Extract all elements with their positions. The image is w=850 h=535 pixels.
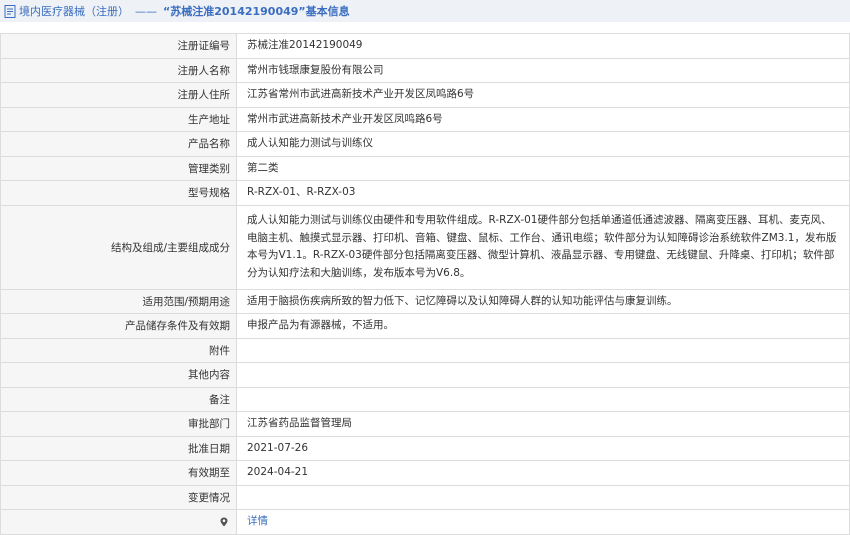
row-label: 注册人名称 [0, 57, 237, 83]
row-value [236, 362, 850, 388]
row-value: 苏械注准20142190049 [236, 33, 850, 59]
row-label: 有效期至 [0, 460, 237, 486]
row-value: 成人认知能力测试与训练仪由硬件和专用软件组成。R-RZX-01硬件部分包括单通道… [236, 204, 850, 290]
detail-icon-cell [0, 509, 237, 535]
table-row: 批准日期 2021-07-26 [0, 435, 850, 461]
table-row: 注册证编号 苏械注准20142190049 [0, 33, 850, 59]
table-row: 结构及组成/主要组成成分 成人认知能力测试与训练仪由硬件和专用软件组成。R-RZX… [0, 204, 850, 290]
row-value: 常州市钱璟康复股份有限公司 [236, 57, 850, 83]
row-label: 产品名称 [0, 131, 237, 157]
row-value [236, 337, 850, 363]
row-label: 管理类别 [0, 155, 237, 181]
row-value: 江苏省常州市武进高新技术产业开发区凤鸣路6号 [236, 82, 850, 108]
table-row: 有效期至 2024-04-21 [0, 460, 850, 486]
row-value [236, 484, 850, 510]
table-row: 产品名称 成人认知能力测试与训练仪 [0, 131, 850, 157]
row-label: 其他内容 [0, 362, 237, 388]
row-label: 审批部门 [0, 411, 237, 437]
row-value: 适用于脑损伤疾病所致的智力低下、记忆障碍以及认知障碍人群的认知功能评估与康复训练… [236, 288, 850, 314]
page-header: 境内医疗器械（注册） —— “苏械注准20142190049”基本信息 [0, 0, 850, 22]
row-value: 成人认知能力测试与训练仪 [236, 131, 850, 157]
row-value: 2024-04-21 [236, 460, 850, 486]
table-row: 其他内容 [0, 362, 850, 388]
row-label: 产品储存条件及有效期 [0, 313, 237, 339]
table-row: 附件 [0, 337, 850, 363]
map-pin-icon [220, 517, 228, 527]
table-row: 变更情况 [0, 484, 850, 510]
table-row: 注册人名称 常州市钱璟康复股份有限公司 [0, 57, 850, 83]
table-row: 备注 [0, 386, 850, 412]
header-title: “苏械注准20142190049”基本信息 [163, 5, 350, 18]
row-label: 型号规格 [0, 180, 237, 206]
row-label: 附件 [0, 337, 237, 363]
table-row: 审批部门 江苏省药品监督管理局 [0, 411, 850, 437]
row-label: 变更情况 [0, 484, 237, 510]
row-label: 生产地址 [0, 106, 237, 132]
row-label: 注册证编号 [0, 33, 237, 59]
table-row: 注册人住所 江苏省常州市武进高新技术产业开发区凤鸣路6号 [0, 82, 850, 108]
header-category: 境内医疗器械（注册） [19, 5, 129, 18]
row-label: 批准日期 [0, 435, 237, 461]
row-label: 备注 [0, 386, 237, 412]
row-value: 常州市武进高新技术产业开发区凤鸣路6号 [236, 106, 850, 132]
table-row: 管理类别 第二类 [0, 155, 850, 181]
info-table: 注册证编号 苏械注准20142190049 注册人名称 常州市钱璟康复股份有限公司 … [0, 33, 850, 535]
row-value: 江苏省药品监督管理局 [236, 411, 850, 437]
row-value: 申报产品为有源器械，不适用。 [236, 313, 850, 339]
row-label: 注册人住所 [0, 82, 237, 108]
detail-row: 详情 [0, 509, 850, 535]
header-separator: —— [135, 4, 157, 18]
table-row: 生产地址 常州市武进高新技术产业开发区凤鸣路6号 [0, 106, 850, 132]
row-label: 适用范围/预期用途 [0, 288, 237, 314]
table-row: 型号规格 R-RZX-01、R-RZX-03 [0, 180, 850, 206]
table-row: 适用范围/预期用途 适用于脑损伤疾病所致的智力低下、记忆障碍以及认知障碍人群的认知… [0, 288, 850, 314]
detail-link[interactable]: 详情 [247, 515, 268, 527]
document-icon [4, 4, 16, 18]
row-label: 结构及组成/主要组成成分 [0, 204, 237, 290]
table-row: 产品储存条件及有效期 申报产品为有源器械，不适用。 [0, 313, 850, 339]
row-value: 第二类 [236, 155, 850, 181]
row-value [236, 386, 850, 412]
detail-cell: 详情 [236, 509, 850, 535]
row-value: R-RZX-01、R-RZX-03 [236, 180, 850, 206]
row-value: 2021-07-26 [236, 435, 850, 461]
